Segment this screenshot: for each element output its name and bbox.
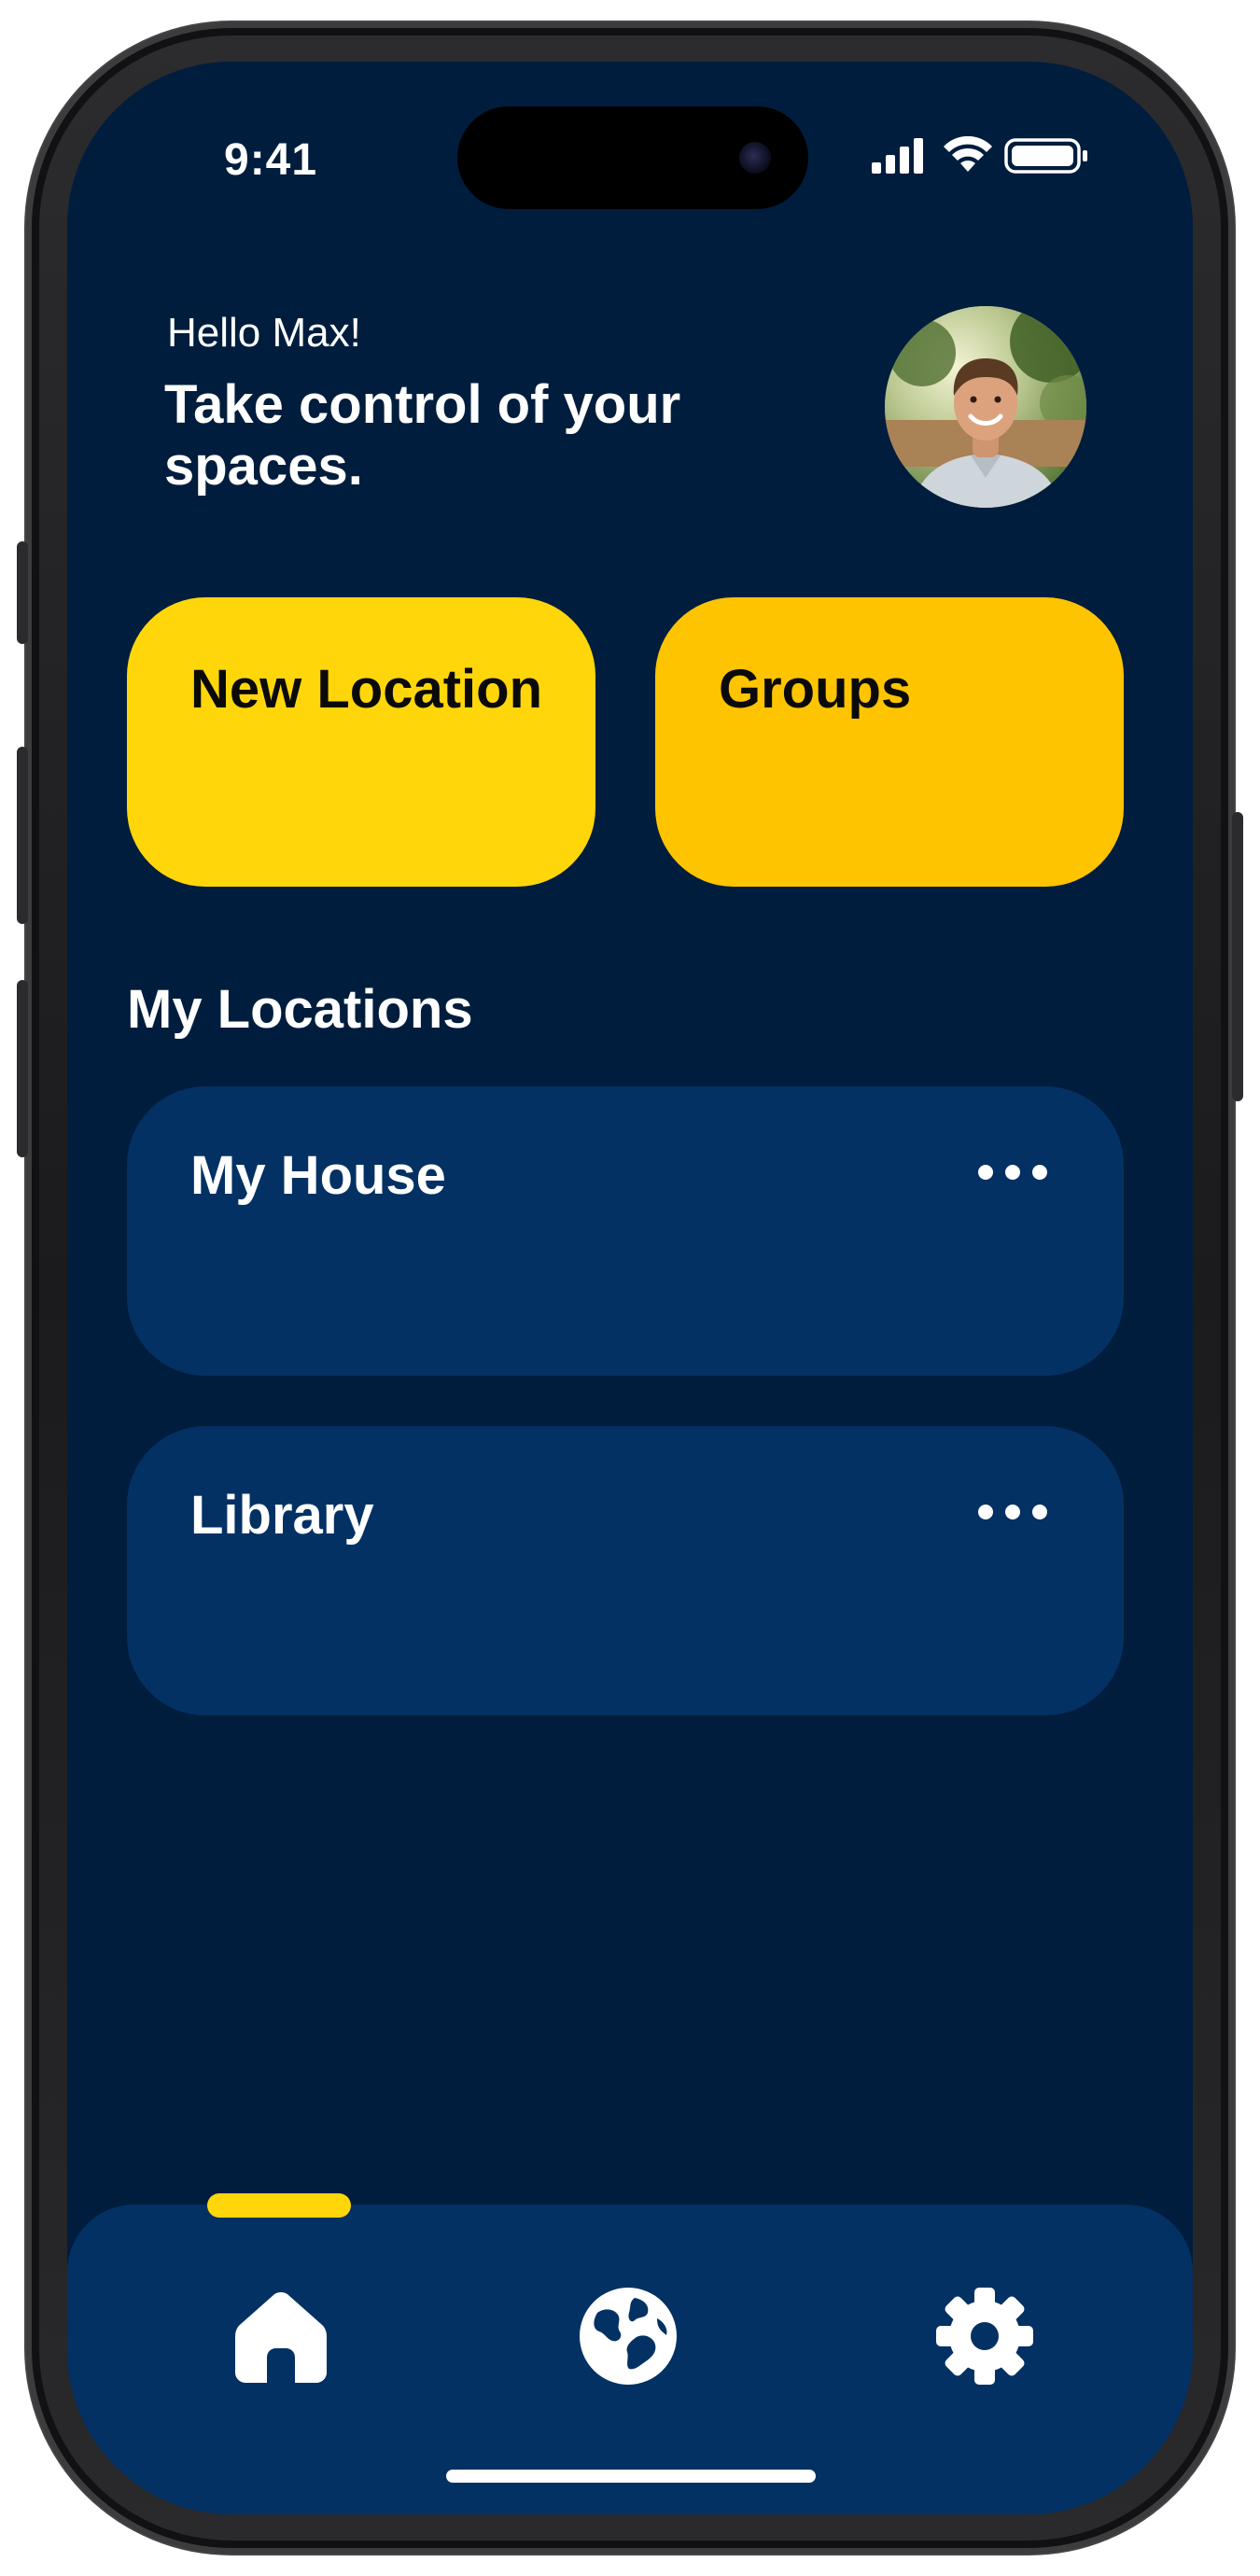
new-location-button[interactable]: New Location: [127, 597, 595, 887]
status-time: 9:41: [224, 135, 318, 185]
section-title: My Locations: [127, 979, 473, 1040]
location-name: My House: [190, 1145, 446, 1206]
tab-explore[interactable]: [577, 2285, 679, 2387]
location-name: Library: [190, 1485, 374, 1546]
avatar[interactable]: [885, 306, 1086, 508]
tab-home[interactable]: [230, 2285, 332, 2387]
status-icons: [872, 136, 1096, 177]
more-options-icon[interactable]: [976, 1503, 1049, 1521]
power-button: [1232, 812, 1243, 1101]
location-card-my-house[interactable]: My House: [127, 1086, 1124, 1376]
location-card-library[interactable]: Library: [127, 1426, 1124, 1715]
signal-icon: [872, 138, 923, 174]
home-indicator[interactable]: [446, 2470, 816, 2483]
app-screen: 9:41 Hello Max! Take control of your spa…: [67, 62, 1193, 2514]
dynamic-island: [457, 106, 808, 209]
groups-button[interactable]: Groups: [655, 597, 1124, 887]
more-options-icon[interactable]: [976, 1163, 1049, 1182]
greeting-text: Hello Max!: [167, 310, 361, 356]
volume-down-button: [17, 980, 28, 1157]
wifi-icon: [944, 136, 992, 172]
page-title: Take control of your spaces.: [164, 374, 681, 497]
tab-settings[interactable]: [933, 2285, 1036, 2387]
battery-icon: [1004, 138, 1087, 174]
globe-icon: [580, 2288, 677, 2385]
volume-up-button: [17, 747, 28, 924]
action-button: [17, 541, 28, 644]
home-icon: [235, 2292, 327, 2383]
front-camera: [739, 142, 771, 174]
profile-photo: [885, 306, 1086, 508]
gear-icon: [936, 2288, 1033, 2385]
device-stage: 9:41 Hello Max! Take control of your spa…: [0, 0, 1260, 2576]
active-tab-indicator: [207, 2193, 351, 2218]
